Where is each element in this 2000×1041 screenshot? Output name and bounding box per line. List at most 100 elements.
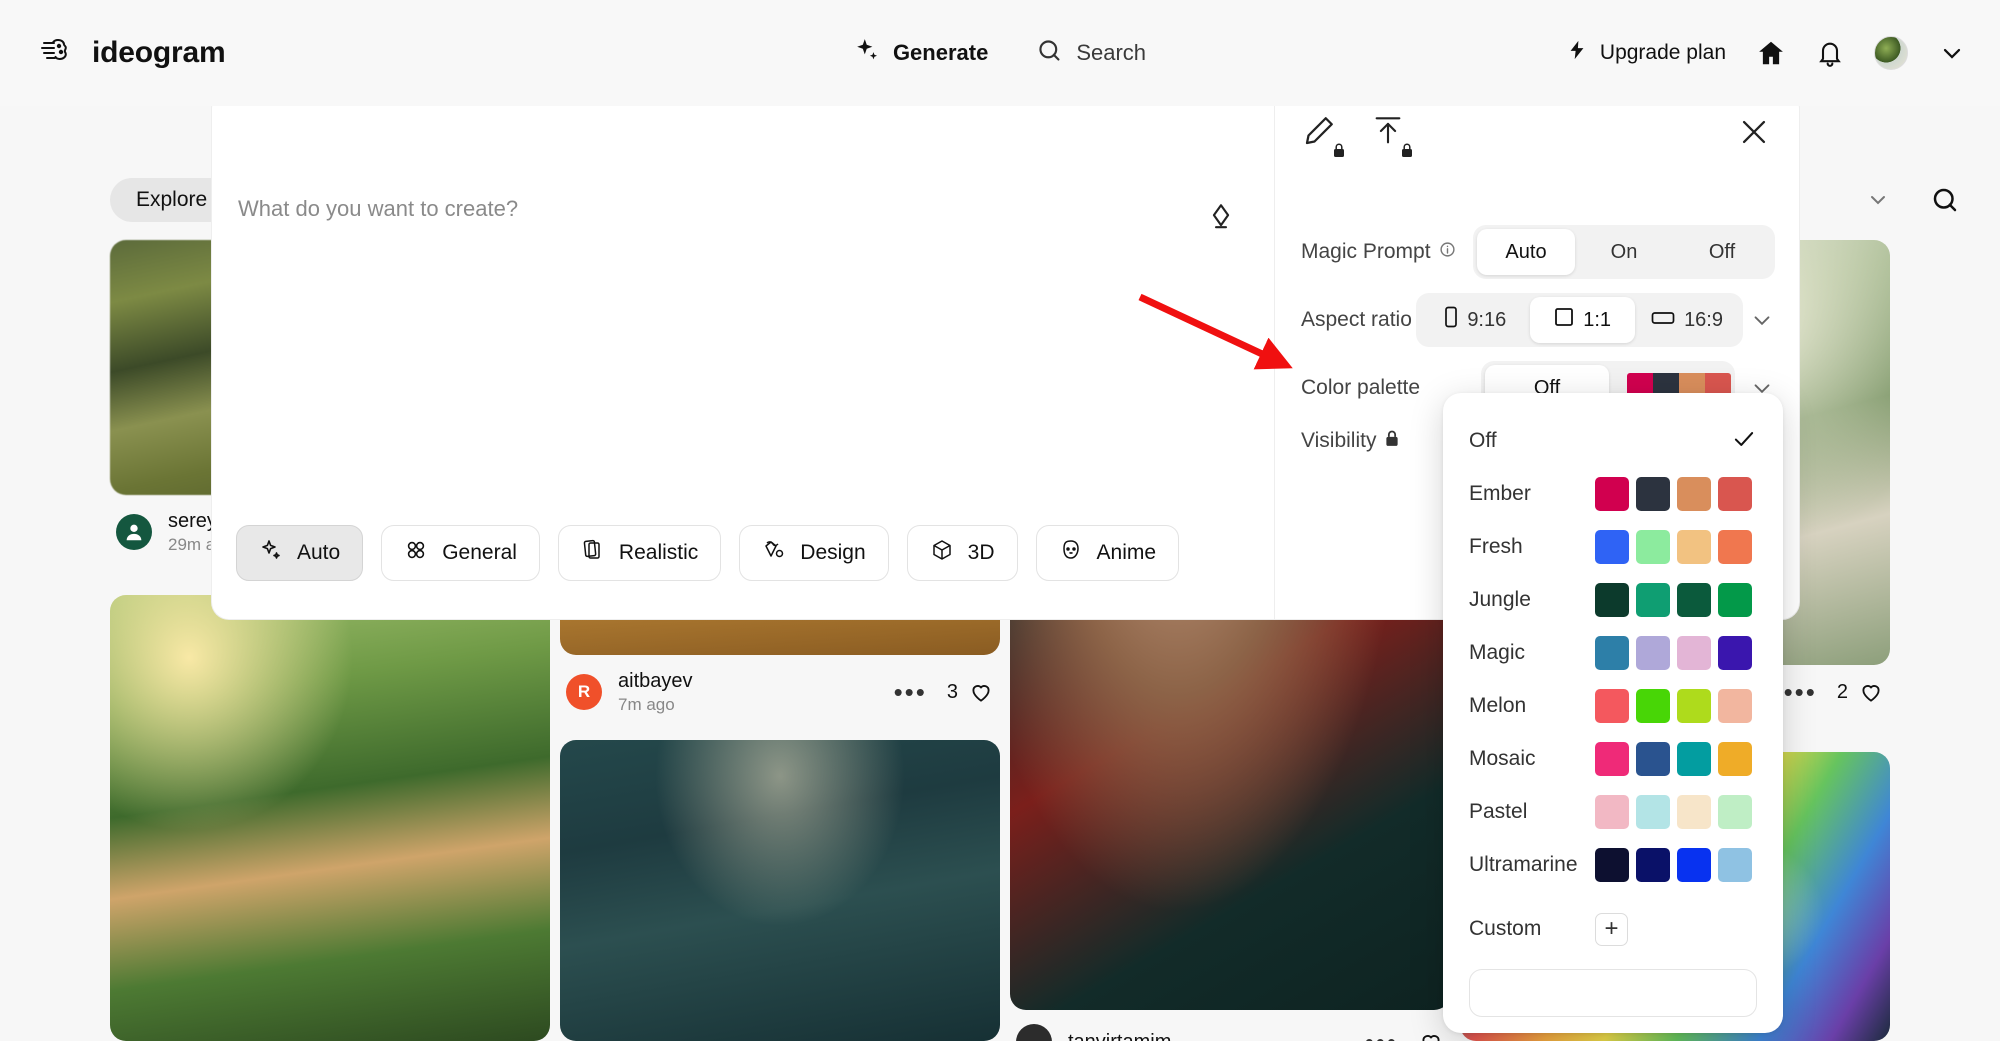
palette-swatches [1595,477,1752,511]
chevron-down-icon[interactable] [1749,307,1775,333]
pencil-icon[interactable] [1301,113,1344,157]
search-icon[interactable] [1930,185,1960,215]
cube-icon [930,538,954,568]
header-nav: Generate Search [854,37,1146,70]
aspect-ratio-label-1-1: 1:1 [1583,308,1612,331]
more-horizontal-icon[interactable]: ••• [894,679,927,705]
magic-prompt-option-auto[interactable]: Auto [1477,229,1575,275]
palette-option-label: Mosaic [1469,747,1536,770]
palette-option-mosaic[interactable]: Mosaic [1469,733,1757,785]
palette-option-jungle[interactable]: Jungle [1469,574,1757,626]
design-tools-icon [762,538,786,568]
more-horizontal-icon[interactable]: ••• [1365,1029,1398,1041]
heart-icon [972,685,990,702]
heart-icon [1422,1035,1440,1041]
eraser-icon[interactable] [1204,201,1238,240]
info-icon[interactable] [1439,240,1456,264]
palette-option-melon[interactable]: Melon [1469,680,1757,732]
square-icon [1554,307,1574,333]
avatar[interactable] [116,514,152,551]
ideogram-app: Explore serey. 29m ago R aitbayev 7m ago… [0,0,2000,1041]
gallery-card[interactable] [110,595,550,1041]
aspect-ratio-option-1-1[interactable]: 1:1 [1530,297,1636,343]
plus-icon[interactable]: + [1595,912,1628,946]
nav-generate[interactable]: Generate [854,37,988,69]
nav-generate-label: Generate [892,40,989,65]
palette-option-custom[interactable]: Custom + [1469,903,1757,955]
palette-custom-label: Custom [1469,917,1542,940]
lock-icon [1384,429,1400,453]
chevron-down-icon[interactable] [1938,39,1966,67]
upload-icon[interactable] [1371,113,1412,157]
aspect-ratio-option-16-9[interactable]: 16:9 [1635,297,1739,343]
avatar[interactable]: R [566,674,602,711]
palette-swatches [1595,742,1752,776]
palette-swatches [1595,530,1752,564]
header-actions: Upgrade plan [1566,36,1966,70]
magic-prompt-label-group: Magic Prompt [1301,240,1473,264]
close-icon[interactable] [1737,115,1771,154]
prompt-composer: What do you want to create? Auto General [211,90,1274,620]
palette-option-label: Pastel [1469,800,1528,823]
color-palette-dropdown: Off Ember Fresh Jungle Magic Melon Mosai… [1443,393,1783,1033]
more-horizontal-icon[interactable]: ••• [1784,679,1817,705]
aspect-ratio-row: Aspect ratio 9:16 1:1 16:9 [1301,293,1775,347]
aspect-ratio-label-9-16: 9:16 [1467,308,1507,331]
brand-logo[interactable]: ideogram [38,31,226,76]
gallery-card[interactable] [560,740,1000,1041]
nav-search[interactable]: Search [1036,37,1146,70]
gallery-card-actions: ••• [1365,1029,1444,1041]
bell-icon[interactable] [1816,39,1844,67]
magic-prompt-option-off[interactable]: Off [1673,229,1771,275]
chevron-down-icon[interactable] [1866,188,1890,212]
gallery-card-author: tanvirtamim [1068,1030,1171,1041]
palette-option-label: Melon [1469,694,1527,717]
style-selector: Auto General Realistic Design 3D Anime [236,525,1180,581]
custom-palette-input[interactable] [1469,969,1757,1017]
top-header: ideogram Generate Search Upgrade plan [0,0,2000,106]
gallery-thumbnail[interactable] [110,595,550,1041]
style-label: Auto [297,541,341,564]
style-label: General [442,541,517,564]
lightning-bolt-icon [1566,38,1588,68]
style-button-realistic[interactable]: Realistic [557,525,722,581]
prompt-input[interactable]: What do you want to create? [238,196,518,222]
palette-option-label: Ember [1469,482,1531,505]
like-count: 3 [946,680,958,703]
palette-option-fresh[interactable]: Fresh [1469,521,1757,573]
aspect-ratio-segmented: 9:16 1:1 16:9 [1416,293,1743,347]
aspect-ratio-option-9-16[interactable]: 9:16 [1420,297,1530,343]
palette-option-magic[interactable]: Magic [1469,627,1757,679]
style-button-3d[interactable]: 3D [906,525,1018,581]
palette-swatches [1595,583,1752,617]
magic-prompt-option-on[interactable]: On [1575,229,1673,275]
like-control[interactable]: 2 [1837,679,1884,705]
style-button-design[interactable]: Design [739,525,889,581]
gallery-thumbnail[interactable] [560,740,1000,1041]
portrait-icon [1444,306,1458,334]
style-button-general[interactable]: General [381,525,540,581]
aspect-ratio-label: Aspect ratio [1301,308,1412,331]
avatar[interactable] [1016,1024,1052,1041]
palette-swatches [1595,848,1752,882]
avatar[interactable] [1874,36,1908,70]
style-button-anime[interactable]: Anime [1035,525,1180,581]
visibility-label: Visibility [1301,429,1377,452]
anime-face-icon [1059,538,1083,568]
style-button-auto[interactable]: Auto [236,525,364,581]
gallery-card-actions: ••• 3 [894,679,994,705]
palette-option-label: Fresh [1469,535,1523,558]
upgrade-plan-button[interactable]: Upgrade plan [1566,38,1726,68]
palette-option-ember[interactable]: Ember [1469,468,1757,520]
landscape-icon [1651,309,1675,332]
home-icon[interactable] [1756,38,1786,68]
like-control[interactable]: 3 [947,679,994,705]
heart-icon [1862,685,1880,702]
palette-option-off[interactable]: Off [1469,415,1757,467]
palette-swatches [1595,689,1752,723]
style-label: 3D [967,541,995,564]
palette-option-pastel[interactable]: Pastel [1469,786,1757,838]
palette-option-label: Off [1469,429,1497,452]
palette-option-ultramarine[interactable]: Ultramarine [1469,839,1757,891]
gallery-card-actions: ••• 2 [1784,679,1884,705]
